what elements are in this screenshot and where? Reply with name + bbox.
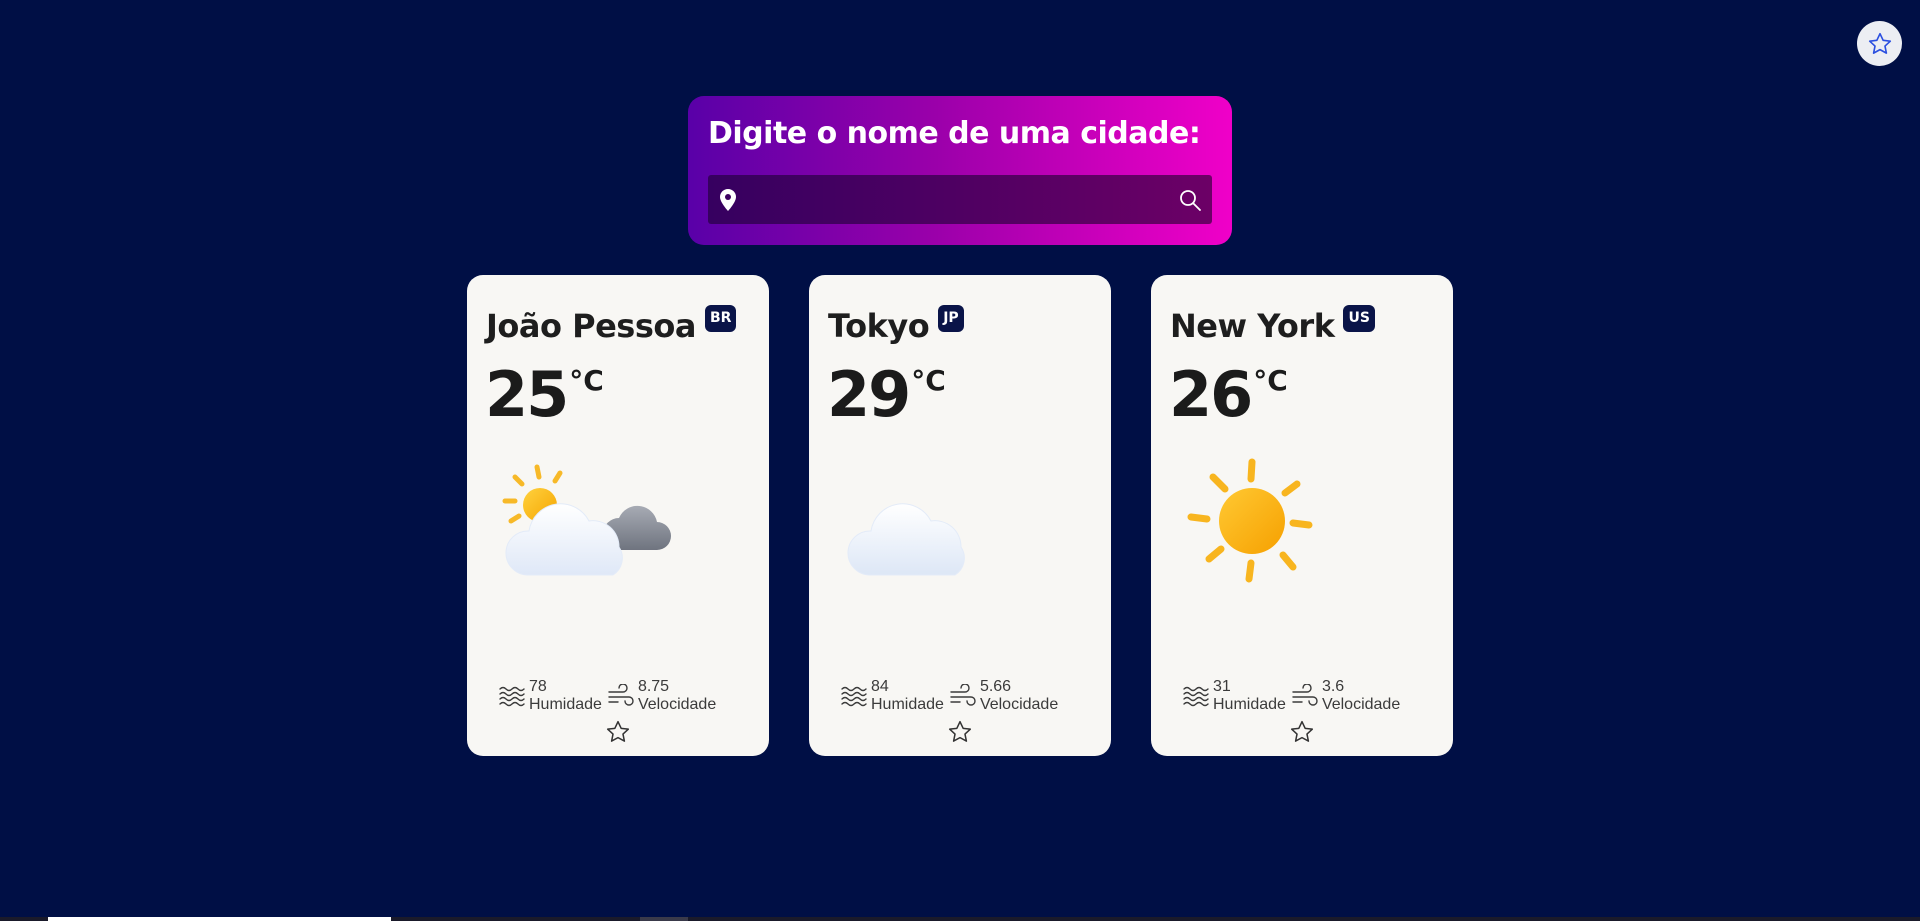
city-name: João Pessoa [486, 307, 696, 345]
weather-card: Tokyo JP 29 °C 84 Humidade 5.66 Velocida… [809, 275, 1111, 756]
wind-icon [1288, 678, 1322, 714]
wind-value: 3.6 [1321, 678, 1345, 695]
wind-stat: 3.6 Velocidade [1288, 678, 1400, 714]
cloud-icon [847, 503, 965, 576]
humidity-label: Humidade [529, 696, 602, 713]
bottom-scroll-strip [0, 917, 1920, 921]
city-name: Tokyo [828, 307, 930, 345]
favorite-star-button[interactable] [1288, 718, 1316, 746]
temperature-value: 26 [1169, 358, 1253, 431]
favorites-button[interactable] [1857, 21, 1902, 66]
country-badge: JP [938, 305, 964, 332]
city-name: New York [1170, 307, 1335, 345]
sun-icon [1187, 458, 1313, 583]
humidity-icon [495, 678, 529, 714]
humidity-stat: 31 Humidade [1179, 678, 1286, 714]
humidity-label: Humidade [1213, 696, 1286, 713]
temperature-unit: °C [911, 364, 946, 397]
search-panel: Digite o nome de uma cidade: [688, 96, 1232, 245]
temperature-value: 29 [827, 358, 911, 431]
temperature-value: 25 [485, 358, 569, 431]
humidity-value: 31 [1213, 678, 1231, 695]
star-outline-icon [1868, 32, 1891, 54]
country-badge: US [1343, 305, 1375, 332]
star-outline-icon [1290, 720, 1314, 742]
wind-label: Velocidade [637, 696, 717, 713]
partly-cloudy-icon [502, 464, 671, 576]
humidity-label: Humidade [871, 696, 944, 713]
star-outline-icon [606, 720, 630, 742]
humidity-value: 78 [529, 678, 547, 695]
favorite-star-button[interactable] [946, 718, 974, 746]
search-box [708, 175, 1212, 224]
temperature-unit: °C [569, 364, 604, 397]
wind-value: 8.75 [637, 678, 670, 695]
wind-value: 5.66 [979, 678, 1012, 695]
humidity-value: 84 [871, 678, 889, 695]
search-title: Digite o nome de uma cidade: [708, 116, 1201, 151]
star-outline-icon [948, 720, 972, 742]
humidity-icon [837, 678, 871, 714]
humidity-icon [1179, 678, 1213, 714]
wind-icon [946, 678, 980, 714]
temperature-unit: °C [1253, 364, 1288, 397]
wind-label: Velocidade [979, 696, 1059, 713]
wind-stat: 8.75 Velocidade [604, 678, 716, 714]
weather-card: New York US 26 °C 31 Humidade 3.6 Veloci… [1151, 275, 1453, 756]
wind-stat: 5.66 Velocidade [946, 678, 1058, 714]
map-pin-icon [708, 188, 748, 211]
favorite-star-button[interactable] [604, 718, 632, 746]
search-icon[interactable] [1168, 175, 1212, 224]
country-badge: BR [704, 305, 737, 332]
app-root: Digite o nome de uma cidade: João Pessoa [0, 0, 1920, 921]
humidity-stat: 84 Humidade [837, 678, 944, 714]
wind-label: Velocidade [1321, 696, 1401, 713]
weather-card: João Pessoa BR 25 °C 78 Humidade 8.75 Ve… [467, 275, 769, 756]
city-search-input[interactable] [748, 175, 1168, 224]
humidity-stat: 78 Humidade [495, 678, 602, 714]
wind-icon [604, 678, 638, 714]
